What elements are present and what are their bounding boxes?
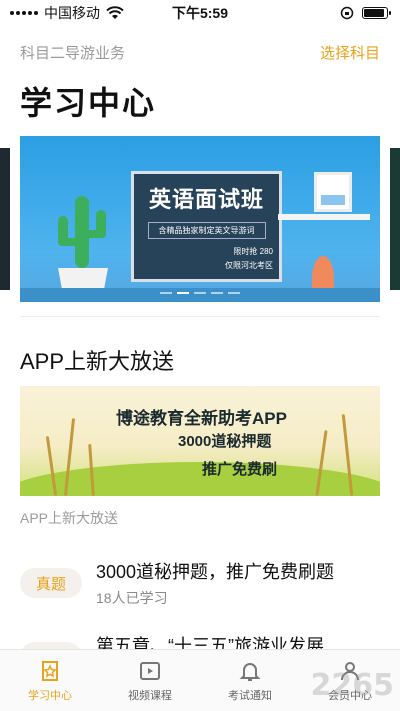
item-title: 3000道秘押题，推广免费刷题 [96, 562, 335, 582]
carousel-slide[interactable]: 英语面试班 含精品独家制定英文导游词 限时抢 280 仅限河北考区 [20, 136, 380, 302]
star-doc-icon [42, 660, 58, 681]
divider [20, 316, 380, 317]
carousel-next-slide[interactable] [390, 148, 400, 290]
orientation-lock-icon [340, 6, 354, 20]
bell-icon [239, 662, 261, 681]
video-icon [140, 661, 160, 680]
battery-icon [362, 7, 391, 19]
status-right [340, 6, 391, 20]
promo-banner-line3: 推广免费刷 [202, 461, 278, 478]
section-title: APP上新大放送 [20, 349, 175, 374]
promo-banner-line2: 3000道秘押题 [178, 433, 272, 450]
chalkboard: 英语面试班 含精品独家制定英文导游词 限时抢 280 仅限河北考区 [131, 171, 282, 282]
indicator-dot [211, 292, 223, 294]
slide-promo-region: 仅限河北考区 [225, 261, 273, 270]
watermark: 2265 [310, 668, 395, 703]
indicator-dot [194, 292, 206, 294]
indicator-dot-active [177, 292, 189, 294]
floor-illustration [20, 288, 380, 302]
select-subject-button[interactable]: 选择科目 [320, 42, 380, 63]
shelf-illustration [278, 214, 370, 220]
tab-label: 学习中心 [28, 689, 72, 702]
slide-title: 英语面试班 [148, 187, 264, 212]
status-bar: 中国移动 下午5:59 [0, 0, 400, 26]
hill-illustration [20, 462, 380, 496]
item-meta: 18人已学习 [96, 590, 168, 606]
tab-label: 视频课程 [128, 689, 172, 702]
slide-subtitle: 含精品独家制定英文导游词 [147, 222, 266, 239]
tab-study-center[interactable]: 学习中心 [0, 650, 100, 711]
tab-exam-notice[interactable]: 考试通知 [200, 650, 300, 711]
promo-banner[interactable]: 博途教育全新助考APP 3000道秘押题 推广免费刷 [20, 386, 380, 496]
subject-row: 科目二导游业务 选择科目 [20, 42, 380, 63]
indicator-dot [228, 292, 240, 294]
carousel-prev-slide[interactable] [0, 148, 10, 290]
current-subject: 科目二导游业务 [20, 45, 126, 62]
carousel-indicator [20, 292, 380, 294]
promo-caption: APP上新大放送 [20, 510, 119, 526]
cactus-illustration [58, 196, 108, 300]
picture-frame-illustration [314, 172, 352, 212]
banner-carousel[interactable]: 英语面试班 含精品独家制定英文导游词 限时抢 280 仅限河北考区 [0, 136, 400, 302]
page-title: 学习中心 [20, 85, 157, 121]
item-tag: 真题 [20, 568, 82, 598]
promo-banner-headline: 博途教育全新助考APP [116, 409, 287, 428]
tab-label: 考试通知 [228, 689, 272, 702]
tab-video-courses[interactable]: 视频课程 [100, 650, 200, 711]
slide-promo-price: 限时抢 280 [233, 247, 273, 256]
list-item[interactable]: 真题 3000道秘押题，推广免费刷题 18人已学习 [0, 556, 400, 616]
indicator-dot [160, 292, 172, 294]
